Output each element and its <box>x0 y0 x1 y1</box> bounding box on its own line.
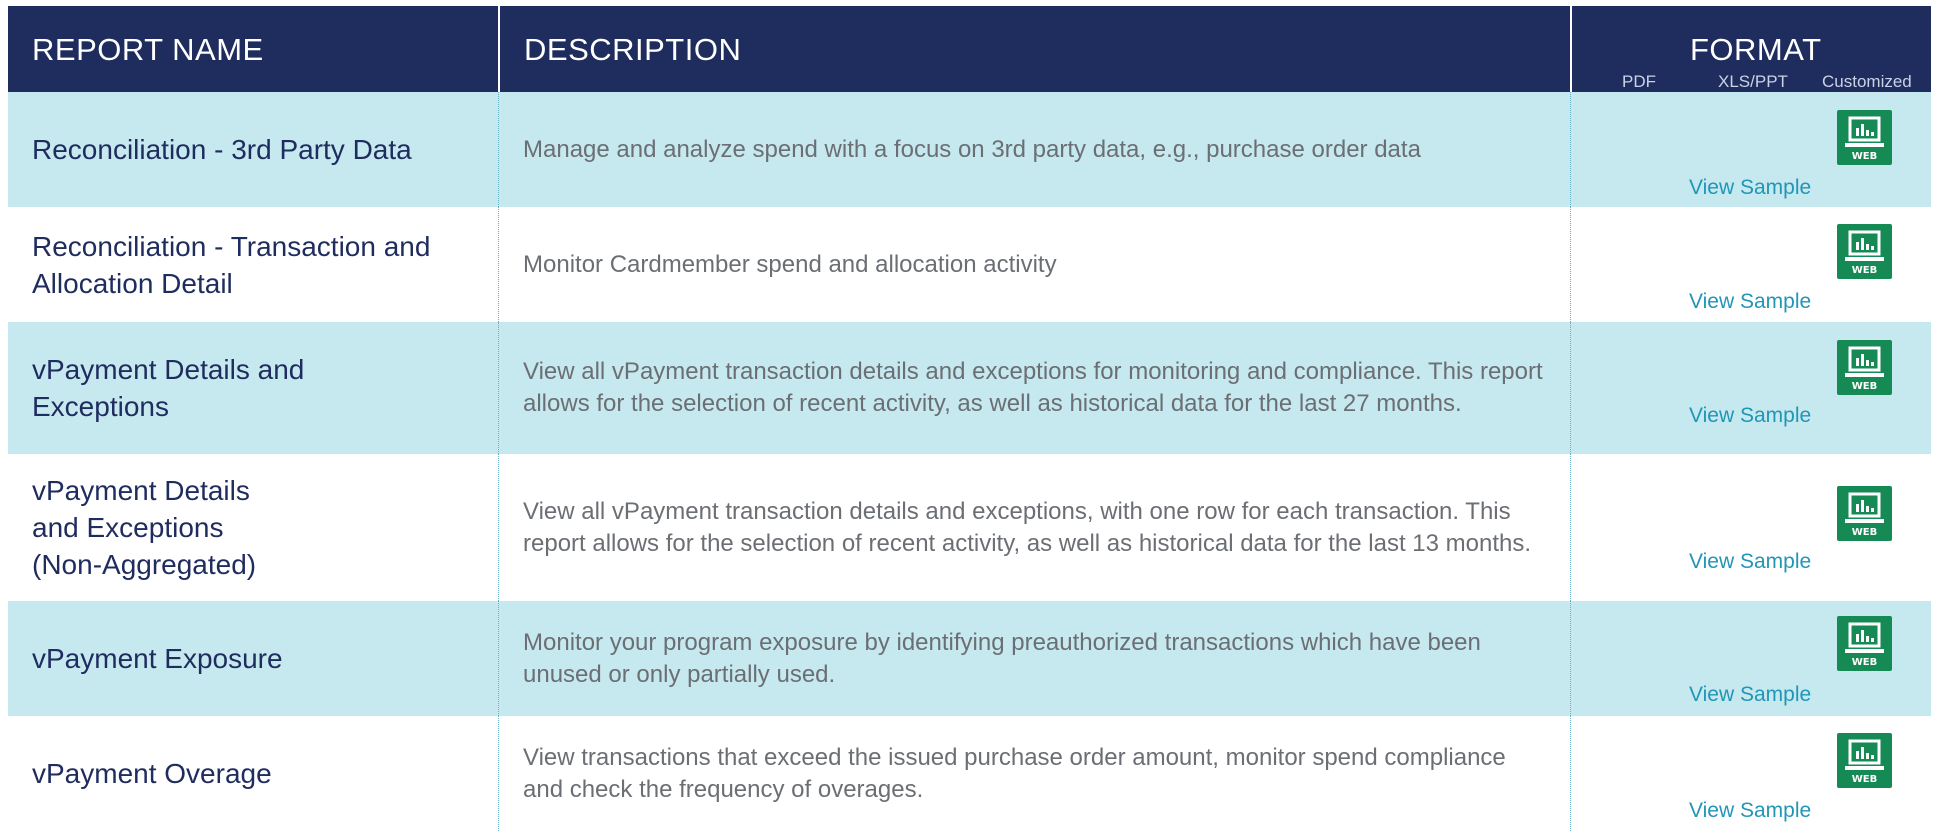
header-format: FORMAT PDF XLS/PPT Customized <box>1570 6 1933 92</box>
report-format-cell: WEB View Sample <box>1570 207 1932 322</box>
reports-table: REPORT NAME DESCRIPTION FORMAT PDF XLS/P… <box>8 6 1931 831</box>
report-format-cell: WEB View Sample <box>1570 454 1932 601</box>
report-description: Monitor Cardmember spend and allocation … <box>523 250 1057 278</box>
view-sample-link[interactable]: View Sample <box>1689 683 1811 707</box>
view-sample-link[interactable]: View Sample <box>1689 404 1811 428</box>
report-description-cell: Manage and analyze spend with a focus on… <box>498 92 1568 207</box>
view-sample-link[interactable]: View Sample <box>1689 799 1811 823</box>
web-report-icon[interactable]: WEB <box>1837 340 1892 395</box>
report-name: vPayment Exposure <box>32 643 283 674</box>
report-description: View transactions that exceed the issued… <box>523 743 1506 803</box>
web-report-icon[interactable]: WEB <box>1837 733 1892 788</box>
report-name-cell: vPayment Exposure <box>8 601 496 716</box>
report-format-cell: WEB View Sample <box>1570 716 1932 831</box>
header-report-name-label: REPORT NAME <box>32 32 264 67</box>
header-description: DESCRIPTION <box>498 6 1570 92</box>
web-report-icon[interactable]: WEB <box>1837 486 1892 541</box>
report-format-cell: WEB View Sample <box>1570 322 1932 454</box>
monitor-chart-icon: WEB <box>1845 230 1884 276</box>
table-row: Reconciliation - 3rd Party Data Manage a… <box>8 92 1931 207</box>
monitor-chart-icon: WEB <box>1845 492 1884 538</box>
monitor-chart-icon: WEB <box>1845 622 1884 668</box>
monitor-chart-icon: WEB <box>1845 739 1884 785</box>
report-name-cell: vPayment Details and Exceptions <box>8 322 496 454</box>
report-name: vPayment Details and Exceptions <box>32 354 305 422</box>
web-report-icon[interactable]: WEB <box>1837 224 1892 279</box>
monitor-chart-icon: WEB <box>1845 346 1884 392</box>
web-icon-label: WEB <box>1852 151 1877 162</box>
report-name: Reconciliation - Transaction and Allocat… <box>32 230 431 299</box>
web-icon-label: WEB <box>1852 527 1877 538</box>
report-description-cell: Monitor your program exposure by identif… <box>498 601 1568 716</box>
report-description: Monitor your program exposure by identif… <box>523 628 1481 688</box>
table-row: vPayment Details and Exceptions (Non-Agg… <box>8 454 1931 601</box>
report-name: vPayment Overage <box>32 758 272 789</box>
report-description: Manage and analyze spend with a focus on… <box>523 135 1421 163</box>
report-description-cell: View all vPayment transaction details an… <box>498 322 1568 454</box>
web-icon-label: WEB <box>1852 381 1877 392</box>
report-name: Reconciliation - 3rd Party Data <box>32 134 412 165</box>
report-description: View all vPayment transaction details an… <box>523 497 1532 557</box>
table-row: vPayment Details and Exceptions View all… <box>8 322 1931 454</box>
report-format-cell: WEB View Sample <box>1570 601 1932 716</box>
header-report-name: REPORT NAME <box>8 6 496 92</box>
table-row: Reconciliation - Transaction and Allocat… <box>8 207 1931 322</box>
web-report-icon[interactable]: WEB <box>1837 110 1892 165</box>
table-row: vPayment Exposure Monitor your program e… <box>8 601 1931 716</box>
table-row: vPayment Overage View transactions that … <box>8 716 1931 831</box>
report-description-cell: Monitor Cardmember spend and allocation … <box>498 207 1568 322</box>
view-sample-link[interactable]: View Sample <box>1689 176 1811 200</box>
web-icon-label: WEB <box>1852 774 1877 785</box>
report-description-cell: View transactions that exceed the issued… <box>498 716 1568 831</box>
report-name-cell: Reconciliation - Transaction and Allocat… <box>8 207 496 322</box>
monitor-chart-icon: WEB <box>1845 116 1884 162</box>
web-report-icon[interactable]: WEB <box>1837 616 1892 671</box>
report-format-cell: WEB View Sample <box>1570 92 1932 207</box>
report-name-cell: vPayment Overage <box>8 716 496 831</box>
view-sample-link[interactable]: View Sample <box>1689 550 1811 574</box>
report-name-cell: Reconciliation - 3rd Party Data <box>8 92 496 207</box>
table-header: REPORT NAME DESCRIPTION FORMAT PDF XLS/P… <box>8 6 1931 92</box>
web-icon-label: WEB <box>1852 657 1877 668</box>
header-description-label: DESCRIPTION <box>524 32 742 67</box>
view-sample-link[interactable]: View Sample <box>1689 290 1811 314</box>
format-pdf-label: PDF <box>1622 72 1656 91</box>
report-description: View all vPayment transaction details an… <box>523 358 1543 417</box>
web-icon-label: WEB <box>1852 265 1877 276</box>
format-customized-label: Customized <box>1822 72 1912 91</box>
report-description-cell: View all vPayment transaction details an… <box>498 454 1568 601</box>
header-format-label: FORMAT <box>1690 32 1822 67</box>
report-name-cell: vPayment Details and Exceptions (Non-Agg… <box>8 454 496 601</box>
report-name: vPayment Details and Exceptions (Non-Agg… <box>32 475 257 580</box>
format-xls-label: XLS/PPT <box>1718 72 1788 91</box>
